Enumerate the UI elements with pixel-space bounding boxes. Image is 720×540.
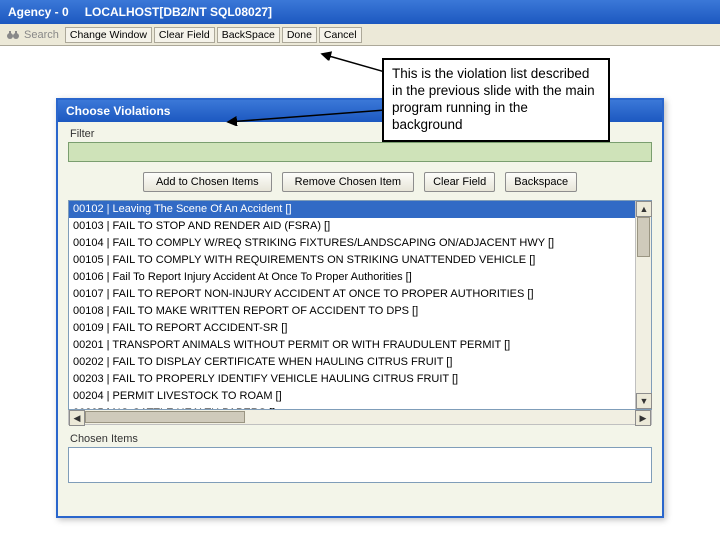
- annotation-text: This is the violation list described in …: [392, 66, 595, 132]
- annotation-callout: This is the violation list described in …: [382, 58, 610, 142]
